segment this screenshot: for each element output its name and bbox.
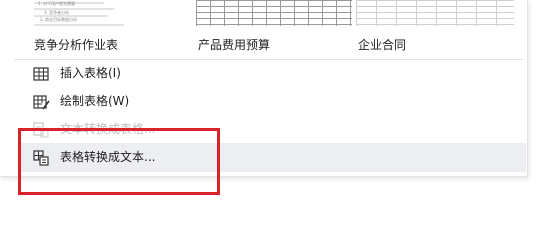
template-label-contract[interactable]: 企业合同 — [358, 38, 406, 52]
template-thumbnail-contract[interactable] — [356, 0, 514, 26]
doc-preview-line-1: 1. 对于用户提交需要 — [38, 1, 76, 6]
menu-item-label: 插入表格(I) — [60, 66, 121, 80]
spreadsheet-grid-preview — [196, 0, 352, 26]
template-thumbnail-competition[interactable]: 1. 对于用户提交需要 3. 竞争者分析 3. 商业目标数据分析 — [28, 0, 186, 26]
doc-preview-line-3: 3. 商业目标数据分析 — [40, 17, 78, 22]
template-label-competition[interactable]: 竞争分析作业表 — [34, 38, 118, 52]
template-label-budget[interactable]: 产品费用预算 — [198, 38, 270, 52]
insert-table-icon — [32, 65, 50, 83]
template-thumbnail-budget[interactable] — [196, 0, 352, 26]
doc-line — [34, 24, 124, 26]
menu-item-draw-table[interactable]: 绘制表格(W) — [18, 87, 526, 116]
menu-item-label: 绘制表格(W) — [60, 94, 130, 108]
draw-table-icon — [32, 93, 50, 111]
menu-item-insert-table[interactable]: 插入表格(I) — [18, 59, 526, 88]
contract-grid-preview — [356, 0, 514, 26]
highlight-annotation-box — [18, 128, 220, 195]
